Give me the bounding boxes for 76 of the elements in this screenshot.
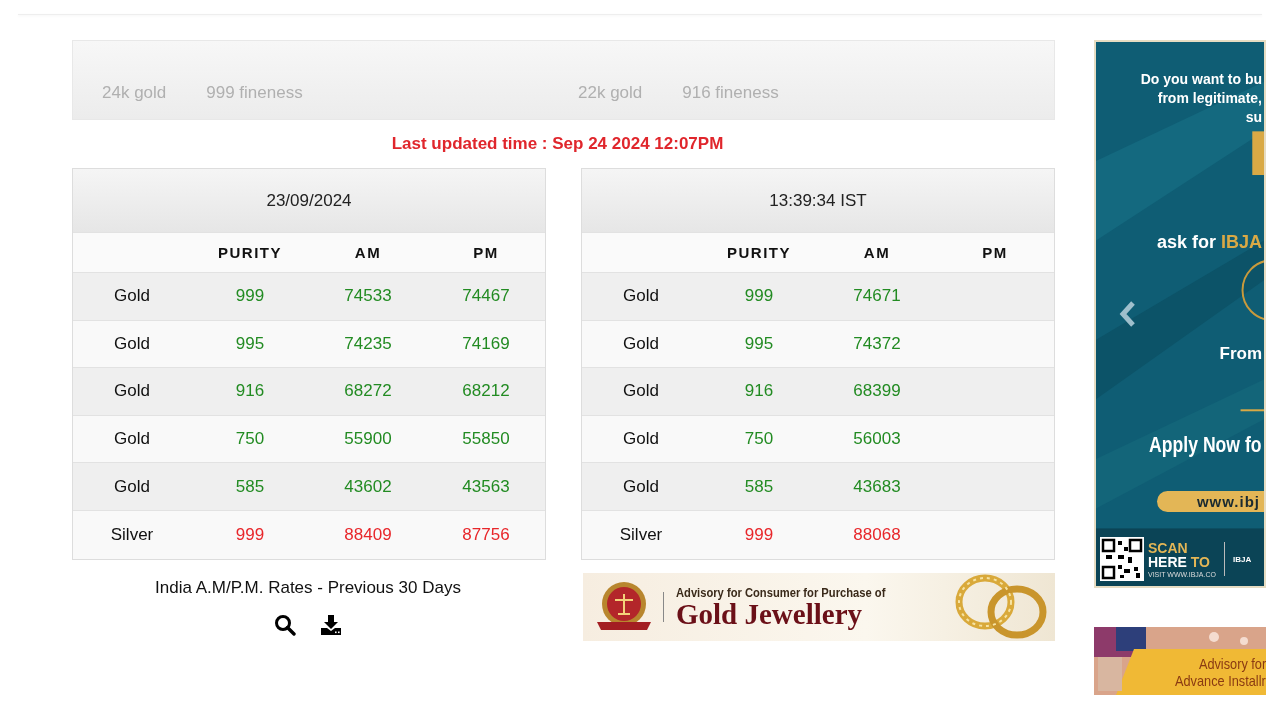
metal-cell-text: Gold bbox=[113, 475, 151, 498]
ad-text: HERE TO bbox=[1148, 554, 1211, 569]
ad-text: Do you want to bu bbox=[1140, 70, 1262, 89]
metal-cell-text: Silver bbox=[618, 523, 664, 546]
qr-code-icon bbox=[1100, 537, 1144, 581]
ad-text: Advance Installr bbox=[1175, 672, 1266, 689]
ad-text: ask for IBJA bbox=[1156, 232, 1262, 253]
pm-rate-cell-text: 68212 bbox=[461, 380, 511, 403]
last-updated-text: Last updated time : Sep 24 2024 12:07PM bbox=[390, 134, 725, 155]
pm-rate-cell-text: 55850 bbox=[461, 428, 511, 451]
metal-cell-text: Gold bbox=[113, 380, 151, 403]
metal-cell-text: Gold bbox=[622, 380, 660, 403]
purity-cell-text: 585 bbox=[234, 475, 266, 498]
am-rate-cell-text: 74235 bbox=[343, 332, 393, 355]
table-heading: 13:39:34 IST bbox=[582, 169, 1054, 233]
pm-rate-cell-text: 87756 bbox=[461, 523, 511, 546]
metal-cell-text: Silver bbox=[109, 523, 155, 546]
metal-cell-text: Gold bbox=[113, 285, 151, 308]
column-header: PURITY bbox=[217, 243, 283, 263]
am-rate-cell-text: 88068 bbox=[852, 523, 902, 546]
am-rate-cell-text: 68272 bbox=[343, 380, 393, 403]
ad-text: su bbox=[1245, 108, 1262, 127]
search-icon[interactable] bbox=[274, 613, 296, 636]
table-heading: 23/09/2024 bbox=[73, 169, 545, 233]
column-header: AM bbox=[353, 243, 383, 263]
am-rate-cell-text: 74533 bbox=[343, 285, 393, 308]
am-rate-cell-text: 43602 bbox=[343, 475, 393, 498]
ad-url-pill: www.ibj bbox=[1156, 491, 1264, 512]
rate-fineness: 916 fineness bbox=[682, 83, 779, 104]
column-header: AM bbox=[862, 243, 892, 263]
purity-cell-text: 999 bbox=[743, 523, 775, 546]
rate-label: 24k gold bbox=[102, 83, 167, 104]
ad-text: Apply Now fo bbox=[1149, 432, 1262, 458]
ad-text: from legitimate, bbox=[1157, 89, 1262, 108]
metal-cell-text: Gold bbox=[622, 285, 660, 308]
purity-cell-text: 750 bbox=[743, 428, 775, 451]
metal-cell-text: Gold bbox=[622, 475, 660, 498]
purity-cell-text: 995 bbox=[743, 332, 775, 355]
ad-text: IBJA bbox=[1232, 554, 1252, 564]
metal-cell-text: Gold bbox=[113, 428, 151, 451]
ad-text: From bbox=[1219, 344, 1262, 364]
column-header: PURITY bbox=[726, 243, 792, 263]
ad-text: SCAN bbox=[1148, 540, 1189, 555]
am-rate-cell-text: 74372 bbox=[852, 332, 902, 355]
column-header: PM bbox=[472, 243, 500, 263]
purity-cell-text: 750 bbox=[234, 428, 266, 451]
am-rate-cell-text: 55900 bbox=[343, 428, 393, 451]
previous-slide-button[interactable] bbox=[1118, 300, 1138, 328]
am-rate-cell-text: 88409 bbox=[343, 523, 393, 546]
history-caption: India A.M/P.M. Rates - Previous 30 Days bbox=[155, 577, 461, 598]
purity-cell-text: 916 bbox=[234, 380, 266, 403]
download-icon[interactable] bbox=[320, 613, 342, 636]
metal-cell-text: Gold bbox=[622, 428, 660, 451]
pm-rate-cell-text: 43563 bbox=[461, 475, 511, 498]
advisory-banner[interactable]: Advisory for Consumer for Purchase of Gold Jewellery bbox=[583, 572, 1055, 641]
purity-cell-text: 995 bbox=[234, 332, 266, 355]
metal-cell-text: Gold bbox=[113, 332, 151, 355]
purity-cell-text: 999 bbox=[743, 285, 775, 308]
rate-label: 22k gold bbox=[578, 83, 643, 104]
ad-banner[interactable]: Advisory for Advance Installr bbox=[1094, 627, 1266, 695]
am-rate-cell-text: 68399 bbox=[852, 380, 902, 403]
pm-rate-cell-text: 74169 bbox=[461, 332, 511, 355]
rate-fineness: 999 fineness bbox=[206, 83, 303, 104]
ad-text: Advisory for bbox=[1198, 655, 1266, 672]
advisory-title: Advisory for Consumer for Purchase of bbox=[676, 584, 886, 600]
advisory-headline: Gold Jewellery bbox=[676, 599, 864, 629]
purity-cell-text: 916 bbox=[743, 380, 775, 403]
column-header: PM bbox=[981, 243, 1009, 263]
purity-cell-text: 585 bbox=[743, 475, 775, 498]
purity-cell-text: 999 bbox=[234, 523, 266, 546]
am-rate-cell-text: 74671 bbox=[852, 285, 902, 308]
pm-rate-cell-text: 74467 bbox=[461, 285, 511, 308]
metal-cell-text: Gold bbox=[622, 332, 660, 355]
purity-cell-text: 999 bbox=[234, 285, 266, 308]
am-rate-cell-text: 56003 bbox=[852, 428, 902, 451]
am-rate-cell-text: 43683 bbox=[852, 475, 902, 498]
